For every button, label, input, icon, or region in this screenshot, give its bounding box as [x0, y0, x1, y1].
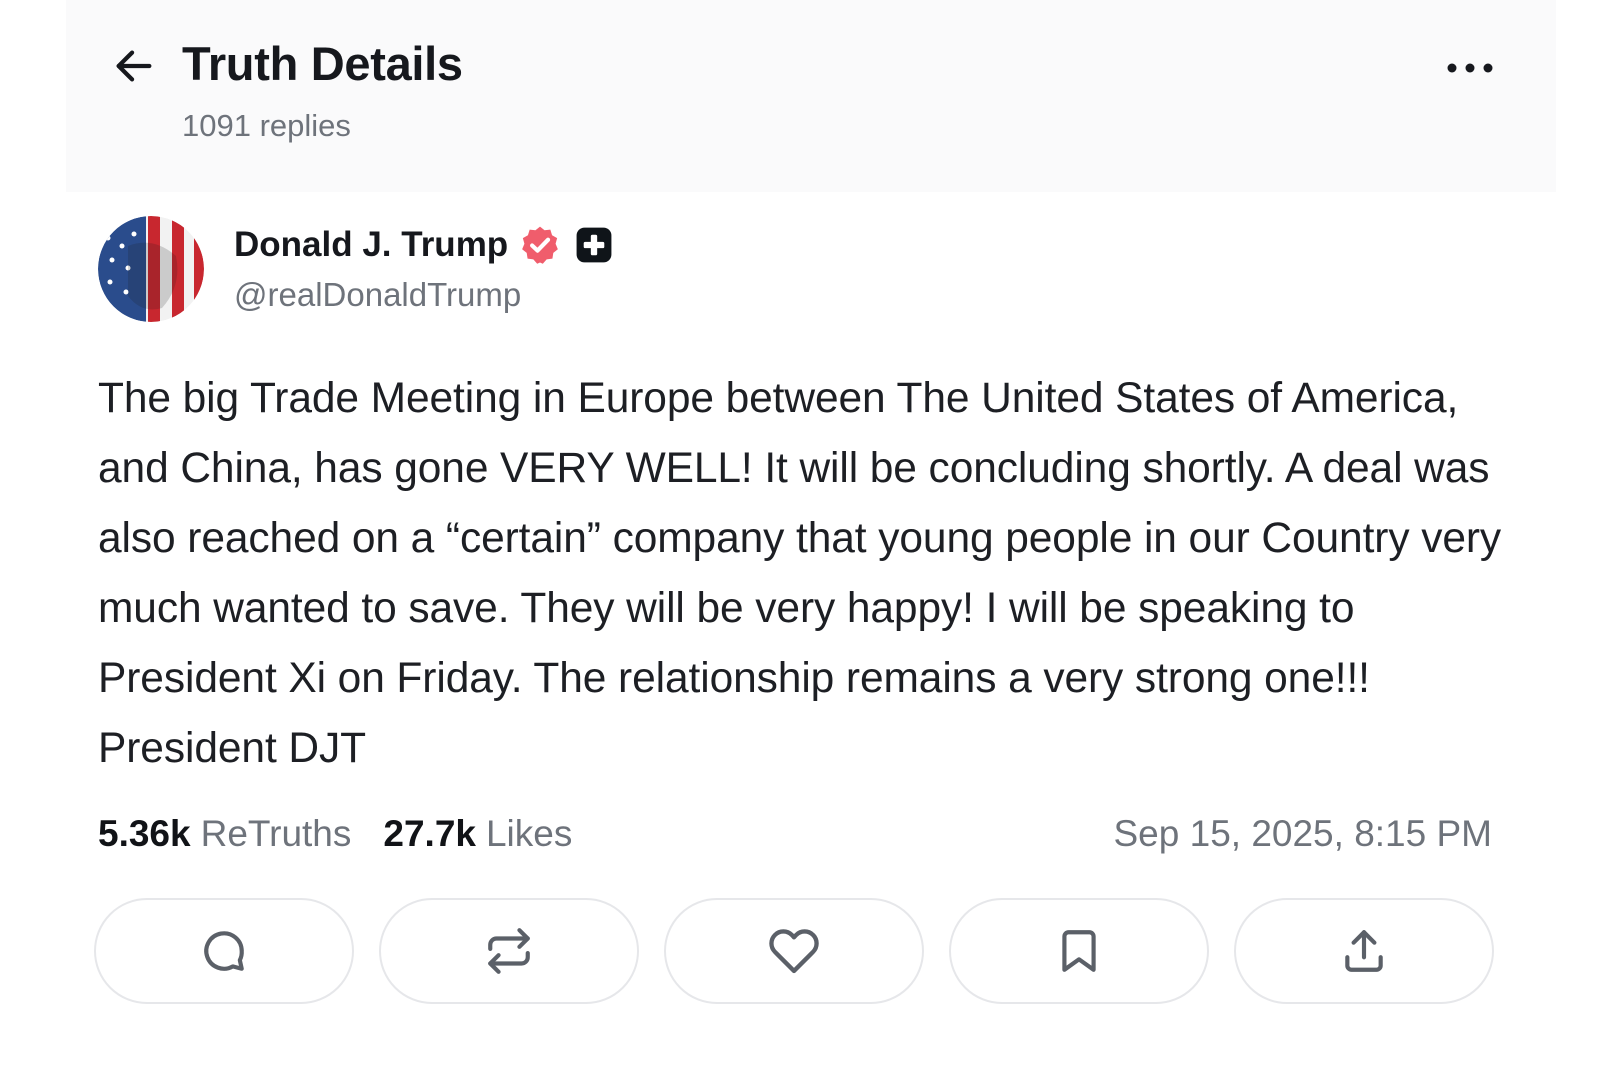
share-button[interactable]	[1234, 898, 1494, 1004]
post-actions	[94, 898, 1494, 1006]
retruths-stat[interactable]: 5.36k ReTruths	[98, 813, 351, 855]
post-text: The big Trade Meeting in Europe between …	[98, 375, 1502, 772]
more-options-button[interactable]	[1440, 44, 1500, 92]
page-header: Truth Details 1091 replies	[66, 0, 1556, 192]
back-button[interactable]	[106, 38, 162, 94]
user-handle[interactable]: @realDonaldTrump	[234, 276, 521, 314]
post-author: Donald J. Trump @realDonaldTrump	[98, 216, 1518, 326]
likes-count: 27.7k	[383, 813, 476, 854]
reply-button[interactable]	[94, 898, 354, 1004]
retruth-button[interactable]	[379, 898, 639, 1004]
retruths-count: 5.36k	[98, 813, 191, 854]
bookmark-icon	[1062, 930, 1096, 972]
repeat-icon	[488, 928, 530, 974]
verified-badge-icon	[518, 223, 562, 267]
truth-plus-badge-icon	[572, 223, 616, 267]
like-button[interactable]	[664, 898, 924, 1004]
likes-stat[interactable]: 27.7k Likes	[383, 813, 572, 855]
likes-label: Likes	[485, 813, 573, 854]
share-icon	[1345, 930, 1383, 972]
heart-icon	[769, 929, 819, 974]
comment-icon	[204, 931, 244, 971]
display-name[interactable]: Donald J. Trump	[234, 225, 508, 265]
page-title: Truth Details	[182, 37, 463, 90]
bookmark-button[interactable]	[949, 898, 1209, 1004]
display-name-row: Donald J. Trump	[234, 220, 616, 270]
more-horizontal-icon	[1447, 63, 1493, 73]
retruths-label: ReTruths	[200, 813, 352, 854]
avatar[interactable]	[98, 216, 204, 322]
arrow-left-icon	[116, 50, 152, 82]
post-stats: 5.36k ReTruths 27.7k Likes Sep 15, 2025,…	[98, 806, 1492, 862]
reply-count: 1091 replies	[182, 108, 351, 143]
post-timestamp: Sep 15, 2025, 8:15 PM	[1113, 813, 1493, 854]
